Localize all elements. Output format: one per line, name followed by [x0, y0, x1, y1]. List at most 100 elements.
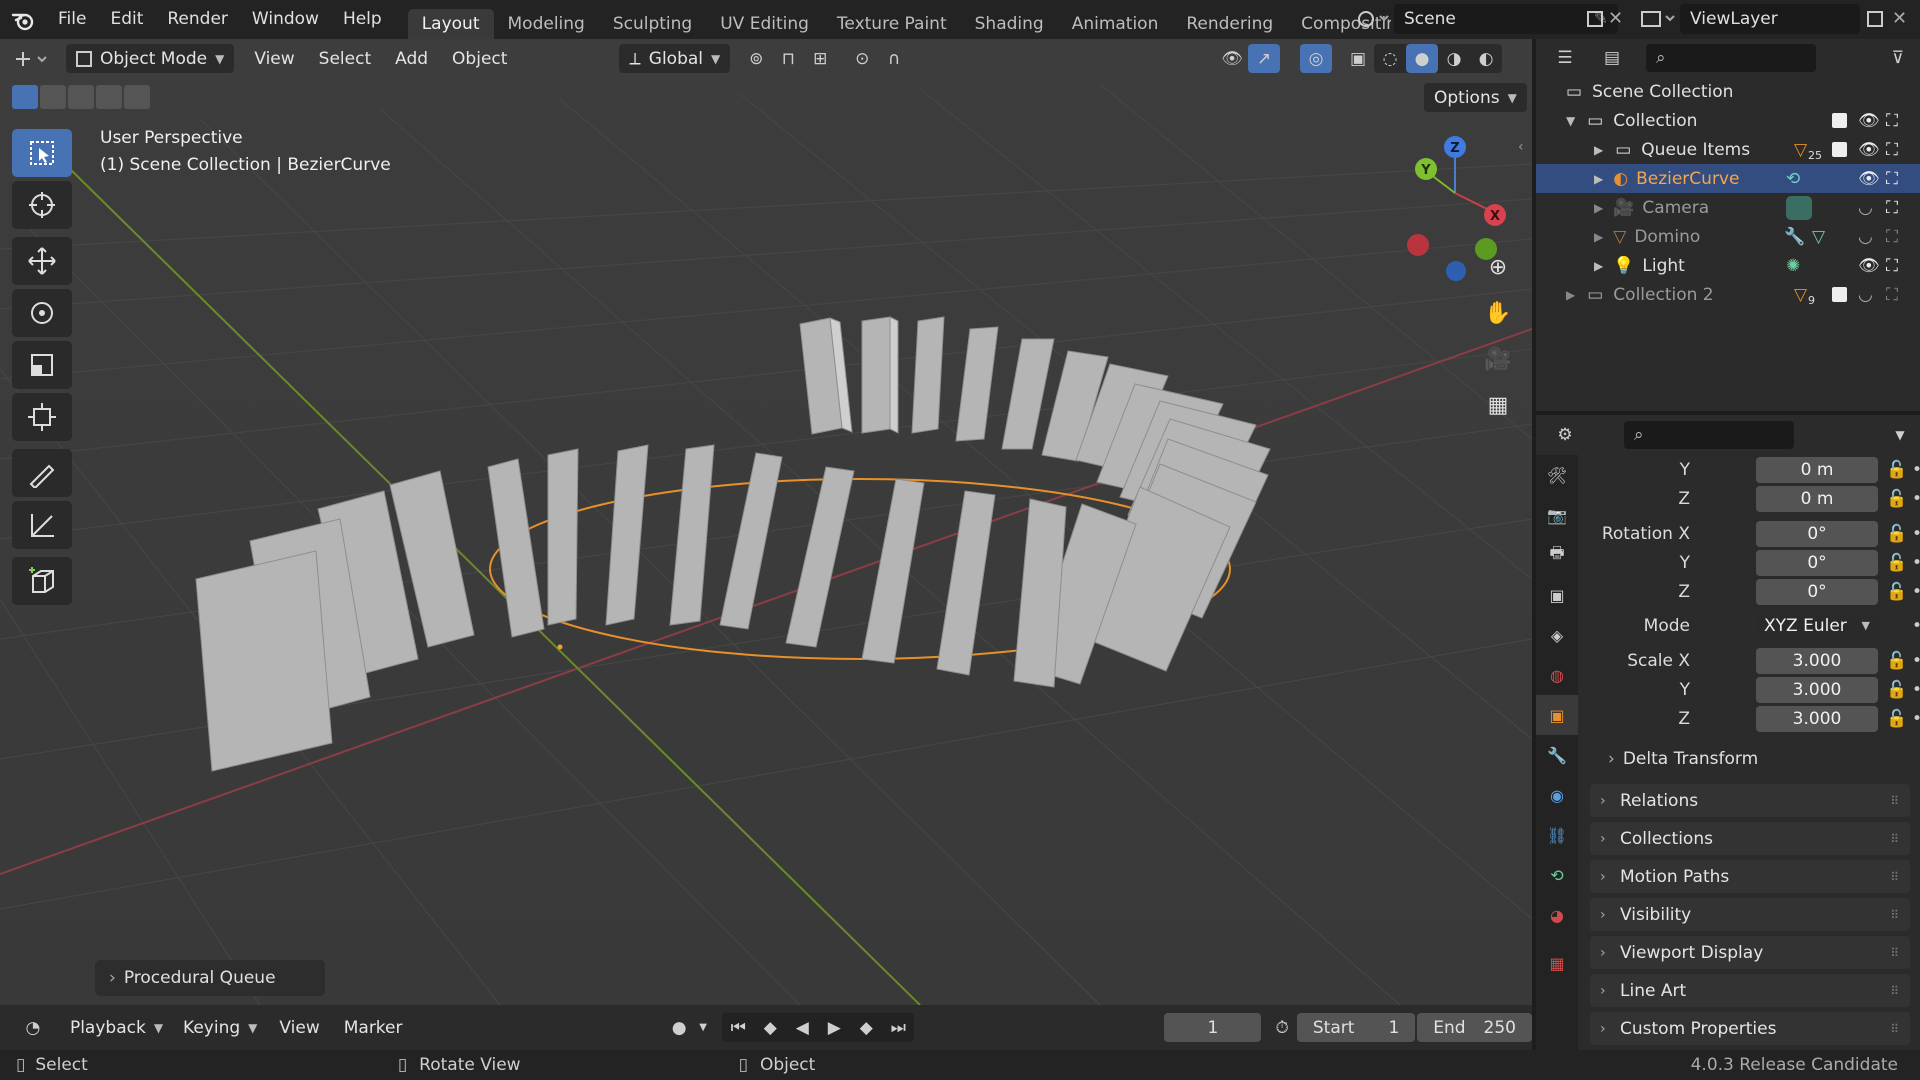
- start-frame-field[interactable]: Start 1: [1296, 1013, 1416, 1042]
- render-camera-icon[interactable]: ⛶: [1886, 256, 1898, 276]
- panel-collections[interactable]: › Collections ⠿: [1590, 822, 1910, 855]
- scene-browse-icon[interactable]: [1350, 4, 1394, 34]
- menu-edit[interactable]: Edit: [98, 0, 155, 39]
- exclude-checkbox[interactable]: [1832, 113, 1847, 128]
- expand-arrow-icon[interactable]: ▶: [1594, 259, 1603, 273]
- menu-object[interactable]: Object: [440, 49, 519, 69]
- expand-arrow-icon[interactable]: ▶: [1594, 201, 1603, 215]
- panel-visibility[interactable]: › Visibility ⠿: [1590, 898, 1910, 931]
- texture-tab-icon[interactable]: ▦: [1536, 943, 1578, 983]
- measure-tool-icon[interactable]: [12, 501, 72, 549]
- lock-icon[interactable]: 🔓: [1886, 489, 1907, 509]
- lock-icon[interactable]: 🔓: [1886, 460, 1907, 480]
- lock-icon[interactable]: 🔓: [1886, 709, 1907, 729]
- delta-transform-subpanel[interactable]: › Delta Transform: [1608, 746, 1758, 772]
- overlay-toggle-icon[interactable]: ◎: [1300, 44, 1332, 73]
- eye-icon[interactable]: 👁: [1858, 111, 1880, 131]
- panel-viewport-display[interactable]: › Viewport Display ⠿: [1590, 936, 1910, 969]
- scene-tab-icon[interactable]: ◈: [1536, 615, 1578, 655]
- keyframe-dot-icon[interactable]: •: [1912, 460, 1920, 480]
- render-disabled-icon[interactable]: ⛶: [1886, 285, 1898, 305]
- jump-start-icon[interactable]: ⏮: [722, 1013, 754, 1042]
- exclude-checkbox[interactable]: [1832, 287, 1847, 302]
- chevron-down-icon[interactable]: ▼: [1884, 421, 1916, 450]
- keyframe-dot-icon[interactable]: •: [1912, 582, 1920, 602]
- close-viewlayer-icon[interactable]: ✕: [1892, 4, 1916, 34]
- outliner-row-beziercurve[interactable]: ▶ ◐ BezierCurve ⟲ 👁 ⛶: [1536, 164, 1920, 193]
- new-scene-icon[interactable]: [1580, 4, 1610, 34]
- properties-search-input[interactable]: ⌕: [1624, 421, 1794, 449]
- rotate-tool-icon[interactable]: [12, 289, 72, 337]
- keyframe-dot-icon[interactable]: •: [1912, 553, 1920, 573]
- tab-animation[interactable]: Animation: [1058, 9, 1173, 39]
- lock-icon[interactable]: 🔓: [1886, 553, 1907, 573]
- tab-uv-editing[interactable]: UV Editing: [706, 9, 823, 39]
- jump-end-icon[interactable]: ⏭: [882, 1013, 914, 1042]
- keyframe-dot-icon[interactable]: •: [1912, 489, 1920, 509]
- render-tab-icon[interactable]: 📷: [1536, 495, 1578, 535]
- render-disabled-icon[interactable]: ⛶: [1886, 227, 1898, 247]
- drag-grip-icon[interactable]: ⠿: [1890, 832, 1900, 846]
- view-layer-tab-icon[interactable]: ▣: [1536, 575, 1578, 615]
- outliner-row-scene-collection[interactable]: ▭ Scene Collection: [1536, 77, 1920, 106]
- drag-grip-icon[interactable]: ⠿: [1890, 1022, 1900, 1036]
- tab-layout[interactable]: Layout: [407, 9, 494, 39]
- eye-closed-icon[interactable]: ◡: [1858, 227, 1873, 247]
- keyframe-dot-icon[interactable]: •: [1912, 709, 1920, 729]
- end-frame-field[interactable]: End 250: [1417, 1013, 1532, 1042]
- eye-closed-icon[interactable]: ◡: [1858, 198, 1873, 218]
- lock-icon[interactable]: 🔓: [1886, 524, 1907, 544]
- menu-select[interactable]: Select: [307, 49, 383, 69]
- rotation-mode-dropdown[interactable]: XYZ Euler ▼: [1756, 612, 1878, 639]
- camera-view-icon[interactable]: 🎥: [1478, 339, 1518, 379]
- gizmo-neg-x[interactable]: [1407, 234, 1429, 256]
- gizmo-toggle-icon[interactable]: ↗: [1248, 44, 1280, 73]
- menu-render[interactable]: Render: [155, 0, 240, 39]
- keyframe-dot-icon[interactable]: •: [1912, 524, 1920, 544]
- panel-motion-paths[interactable]: › Motion Paths ⠿: [1590, 860, 1910, 893]
- menu-window[interactable]: Window: [240, 0, 331, 39]
- rotation-x-field[interactable]: 0°: [1756, 520, 1878, 547]
- tab-shading[interactable]: Shading: [961, 9, 1058, 39]
- menu-add[interactable]: Add: [383, 49, 440, 69]
- panel-relations[interactable]: › Relations ⠿: [1590, 784, 1910, 817]
- timeline-menu-marker[interactable]: Marker: [332, 1018, 415, 1038]
- tab-texture-paint[interactable]: Texture Paint: [823, 9, 961, 39]
- sidebar-toggle-icon[interactable]: ‹: [1518, 139, 1524, 155]
- menu-view[interactable]: View: [242, 49, 306, 69]
- solid-shading-icon[interactable]: ●: [1406, 44, 1438, 73]
- outliner-row-camera[interactable]: ▶ 🎥 Camera ◡ ⛶: [1536, 193, 1920, 222]
- object-tab-icon[interactable]: ▣: [1536, 695, 1578, 735]
- light-data-icon[interactable]: ✺: [1786, 256, 1800, 276]
- playback-dropdown[interactable]: Playback ▼: [60, 1013, 173, 1042]
- options-dropdown[interactable]: Options ▼: [1424, 83, 1527, 112]
- keying-dropdown[interactable]: Keying ▼: [173, 1013, 267, 1042]
- lock-icon[interactable]: 🔓: [1886, 680, 1907, 700]
- outliner-search-input[interactable]: ⌕: [1646, 44, 1816, 72]
- orientation-dropdown[interactable]: ⟂ Global ▼: [619, 44, 731, 73]
- prev-keyframe-icon[interactable]: ◆: [754, 1013, 786, 1042]
- tab-modeling[interactable]: Modeling: [494, 9, 599, 39]
- current-frame-field[interactable]: 1: [1164, 1013, 1262, 1042]
- wireframe-shading-icon[interactable]: ◌: [1374, 44, 1406, 73]
- lock-icon[interactable]: 🔓: [1886, 651, 1907, 671]
- keyframe-dot-icon[interactable]: •: [1912, 616, 1920, 636]
- rotation-z-field[interactable]: 0°: [1756, 578, 1878, 605]
- select-new-icon[interactable]: [12, 85, 38, 109]
- panel-custom-properties[interactable]: › Custom Properties ⠿: [1590, 1012, 1910, 1045]
- curve-data-tab-icon[interactable]: ⟲: [1536, 855, 1578, 895]
- location-y-field[interactable]: 0 m: [1756, 456, 1878, 483]
- move-tool-icon[interactable]: [12, 237, 72, 285]
- modifier-tab-icon[interactable]: 🔧: [1536, 735, 1578, 775]
- viewlayer-name-field[interactable]: ViewLayer: [1680, 4, 1860, 34]
- render-camera-icon[interactable]: ⛶: [1886, 169, 1898, 189]
- scale-y-field[interactable]: 3.000: [1756, 676, 1878, 703]
- next-keyframe-icon[interactable]: ◆: [850, 1013, 882, 1042]
- outliner-row-collection[interactable]: ▼ ▭ Collection 👁 ⛶: [1536, 106, 1920, 135]
- add-cube-tool-icon[interactable]: [12, 557, 72, 605]
- panel-line-art[interactable]: › Line Art ⠿: [1590, 974, 1910, 1007]
- last-operator-panel[interactable]: › Procedural Queue: [95, 960, 325, 996]
- xray-icon[interactable]: ▣: [1342, 44, 1374, 73]
- zoom-icon[interactable]: ⊕: [1478, 247, 1518, 287]
- editor-type-icon[interactable]: [4, 44, 60, 73]
